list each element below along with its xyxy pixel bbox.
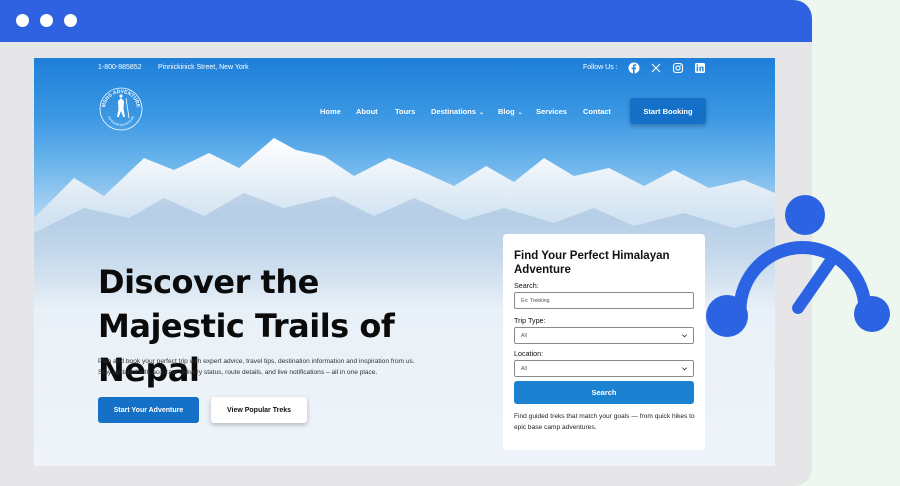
nav-blog-label: Blog — [498, 107, 515, 116]
phone-number[interactable]: 1-800-985852 — [98, 64, 142, 71]
search-card-note: Find guided treks that match your goals … — [514, 413, 695, 431]
nav-home[interactable]: Home — [320, 107, 341, 116]
chevron-down-icon — [682, 334, 687, 338]
start-booking-button[interactable]: Start Booking — [630, 98, 706, 124]
site-logo[interactable]: MSNS ADVENTURE OUTDOOR ADVENTURE — [98, 86, 144, 132]
start-adventure-button[interactable]: Start Your Adventure — [98, 397, 199, 423]
nav-about[interactable]: About — [356, 107, 378, 116]
chevron-down-icon: ⌄ — [479, 110, 485, 116]
logo-bottom-text: OUTDOOR ADVENTURE — [107, 115, 135, 127]
window-dot[interactable] — [64, 14, 77, 27]
location-label: Location: — [514, 349, 544, 358]
chevron-down-icon — [682, 367, 687, 371]
trip-type-select[interactable]: All — [514, 327, 694, 344]
website-viewport: 1-800-985852 Pinnickinick Street, New Yo… — [34, 58, 775, 466]
nav-tours[interactable]: Tours — [395, 107, 415, 116]
search-input[interactable]: Ex: Trekking — [514, 292, 694, 309]
search-card-title: Find Your Perfect Himalayan Adventure — [514, 250, 670, 276]
linkedin-icon[interactable] — [694, 62, 706, 74]
view-popular-treks-button[interactable]: View Popular Treks — [211, 397, 307, 423]
window-dot[interactable] — [16, 14, 29, 27]
browser-titlebar — [0, 0, 812, 42]
search-label: Search: — [514, 281, 539, 290]
location-value: All — [521, 366, 527, 372]
instagram-icon[interactable] — [672, 62, 684, 74]
nav-contact[interactable]: Contact — [583, 107, 611, 116]
nav-destinations[interactable]: Destinations ⌄ — [431, 107, 484, 116]
nav-destinations-label: Destinations — [431, 107, 477, 116]
search-placeholder: Ex: Trekking — [521, 298, 550, 304]
facebook-icon[interactable] — [628, 62, 640, 74]
location-select[interactable]: All — [514, 360, 694, 377]
hero-description: Plan and book your perfect trip with exp… — [98, 356, 498, 378]
window-dot[interactable] — [40, 14, 53, 27]
follow-us-label: Follow Us : — [583, 64, 618, 71]
top-info-bar: 1-800-985852 Pinnickinick Street, New Yo… — [34, 58, 775, 78]
hero-description-line: Stay updated with accurate delivery stat… — [98, 369, 378, 376]
trip-type-value: All — [521, 333, 527, 339]
address: Pinnickinick Street, New York — [158, 64, 249, 71]
trip-type-label: Trip Type: — [514, 316, 546, 325]
browser-window: 1-800-985852 Pinnickinick Street, New Yo… — [0, 0, 812, 486]
search-button[interactable]: Search — [514, 381, 694, 404]
x-icon[interactable] — [650, 62, 662, 74]
nav-services[interactable]: Services — [536, 107, 567, 116]
search-card: Find Your Perfect Himalayan Adventure Se… — [503, 234, 705, 450]
brand-decoration-icon — [706, 195, 890, 337]
hero-description-line: Plan and book your perfect trip with exp… — [98, 358, 415, 365]
nav-blog[interactable]: Blog ⌄ — [498, 107, 523, 116]
chevron-down-icon: ⌄ — [517, 110, 523, 116]
